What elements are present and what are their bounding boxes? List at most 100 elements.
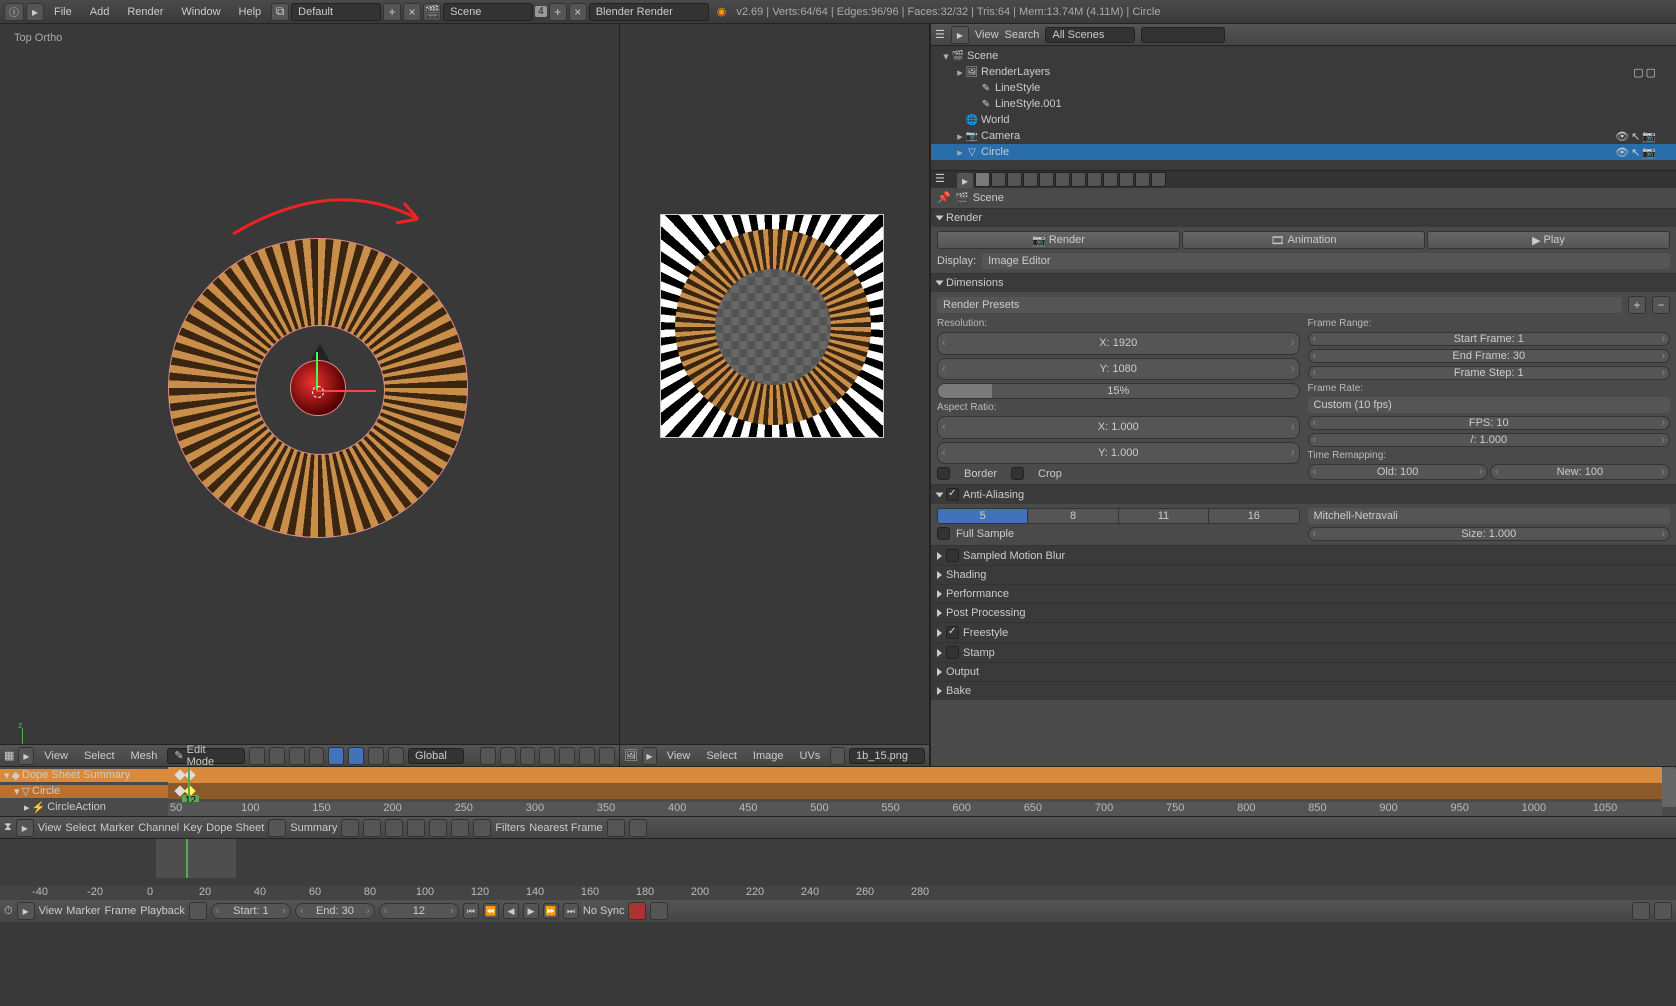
tl-play-icon[interactable]: ▶ bbox=[523, 903, 539, 919]
ds-f3-icon[interactable] bbox=[429, 819, 447, 837]
image-editor[interactable]: 🖼 ▸ View Select Image UVs 1b_15.png bbox=[620, 24, 930, 766]
uv-menu-uvs[interactable]: UVs bbox=[794, 750, 827, 762]
render-anim-icon[interactable] bbox=[599, 747, 615, 765]
snap-target-icon[interactable] bbox=[559, 747, 575, 765]
scene-browse-icon[interactable]: 🎬 bbox=[423, 3, 441, 21]
ds-mode-dropdown[interactable]: Dope Sheet bbox=[206, 822, 264, 834]
ds-summary-toggle-icon[interactable] bbox=[268, 819, 286, 837]
panel-post-processing-header[interactable]: Post Processing bbox=[931, 604, 1676, 622]
3d-menu-select[interactable]: Select bbox=[78, 750, 121, 762]
cursor-icon[interactable]: ↖ bbox=[1631, 146, 1640, 159]
panel-render-header[interactable]: Render bbox=[931, 209, 1676, 227]
tl-rec-icon[interactable] bbox=[628, 902, 646, 920]
aa-opt-5[interactable]: 5 bbox=[938, 509, 1028, 523]
render-button[interactable]: 📷Render bbox=[937, 231, 1180, 249]
crop-checkbox[interactable] bbox=[1011, 467, 1024, 480]
uv-menu-image[interactable]: Image bbox=[747, 750, 790, 762]
display-dropdown[interactable]: Image Editor bbox=[982, 253, 1670, 269]
layout-dropdown[interactable]: Default bbox=[291, 3, 381, 21]
editor-type-properties-icon[interactable]: ☰ bbox=[935, 172, 955, 187]
tl-menu-frame[interactable]: Frame bbox=[104, 905, 136, 917]
eye-icon[interactable]: 👁 bbox=[1615, 130, 1629, 143]
ds-menu-view[interactable]: View bbox=[38, 822, 62, 834]
sel-edge-icon[interactable] bbox=[328, 747, 344, 765]
tab-particles[interactable] bbox=[1135, 172, 1150, 187]
outliner-menu-view[interactable]: View bbox=[975, 29, 999, 41]
mode-dropdown[interactable]: ✎Edit Mode bbox=[167, 748, 245, 764]
sel-vert-icon[interactable] bbox=[309, 747, 325, 765]
image-file-field[interactable]: 1b_15.png bbox=[849, 748, 925, 764]
outliner-filter-dropdown[interactable]: All Scenes bbox=[1045, 27, 1135, 43]
play-button[interactable]: ▶Play bbox=[1427, 231, 1670, 249]
tab-material[interactable] bbox=[1103, 172, 1118, 187]
remap-old-field[interactable]: Old: 100 bbox=[1308, 464, 1488, 480]
frame-step-field[interactable]: Frame Step: 1 bbox=[1308, 366, 1671, 380]
mesh-object[interactable] bbox=[168, 238, 468, 538]
collapse-icon[interactable]: ▸ bbox=[951, 26, 969, 44]
collapse-icon[interactable]: ▸ bbox=[16, 819, 34, 837]
ds-menu-select[interactable]: Select bbox=[65, 822, 96, 834]
editor-type-dopesheet-icon[interactable]: ⧗ bbox=[4, 821, 12, 834]
snap-icon[interactable] bbox=[539, 747, 555, 765]
aspect-y-field[interactable]: Y: 1.000 bbox=[937, 442, 1300, 465]
tl-key-delete-icon[interactable] bbox=[1654, 902, 1672, 920]
collapse-menus[interactable]: ▸ bbox=[26, 3, 44, 21]
preset-remove-icon[interactable]: − bbox=[1652, 296, 1670, 314]
panel-checkbox[interactable] bbox=[946, 646, 959, 659]
outliner-search-input[interactable] bbox=[1141, 27, 1225, 43]
render-opengl-icon[interactable] bbox=[579, 747, 595, 765]
menu-file[interactable]: File bbox=[46, 6, 80, 18]
animation-button[interactable]: 🎞Animation bbox=[1182, 231, 1425, 249]
tab-world[interactable] bbox=[1023, 172, 1038, 187]
ds-ruler[interactable]: 5010015020025030035040045050055060065070… bbox=[168, 802, 1662, 816]
shading-icon[interactable] bbox=[249, 747, 265, 765]
aa-filter-dropdown[interactable]: Mitchell-Netravali bbox=[1308, 508, 1671, 524]
timeline-ruler[interactable]: -40-200204060801001201401601802002202402… bbox=[0, 886, 1676, 900]
panel-freestyle-header[interactable]: Freestyle bbox=[931, 623, 1676, 642]
sel-face-icon[interactable] bbox=[348, 747, 364, 765]
res-x-field[interactable]: X: 1920 bbox=[937, 332, 1300, 355]
image-browse-icon[interactable] bbox=[830, 747, 845, 765]
panel-shading-header[interactable]: Shading bbox=[931, 566, 1676, 584]
eye-icon[interactable]: 👁 bbox=[1615, 146, 1629, 159]
panel-checkbox[interactable] bbox=[946, 626, 959, 639]
3d-menu-view[interactable]: View bbox=[38, 750, 74, 762]
preset-add-icon[interactable]: + bbox=[1628, 296, 1646, 314]
layer-icon[interactable]: ▢ bbox=[1633, 66, 1643, 79]
back-to-previous-icon[interactable]: ⧉ bbox=[271, 3, 289, 21]
menu-window[interactable]: Window bbox=[173, 6, 228, 18]
orientation-dropdown[interactable]: Global bbox=[408, 748, 464, 764]
layer-icon[interactable]: ▢ bbox=[1646, 66, 1656, 79]
tl-menu-marker[interactable]: Marker bbox=[66, 905, 100, 917]
layers-icon-2[interactable] bbox=[500, 747, 516, 765]
3d-viewport[interactable]: Top Ortho zx (12) Circle ▦ ▸ View Select… bbox=[0, 24, 620, 766]
pivot-icon[interactable] bbox=[269, 747, 285, 765]
start-frame-field[interactable]: Start Frame: 1 bbox=[1308, 332, 1671, 346]
menu-help[interactable]: Help bbox=[231, 6, 270, 18]
aa-opt-16[interactable]: 16 bbox=[1209, 509, 1298, 523]
tl-start-field[interactable]: Start: 1 bbox=[211, 903, 291, 919]
panel-checkbox[interactable] bbox=[946, 549, 959, 562]
ds-ghost-icon[interactable] bbox=[341, 819, 359, 837]
render-engine-dropdown[interactable]: Blender Render bbox=[589, 3, 709, 21]
ds-menu-marker[interactable]: Marker bbox=[100, 822, 134, 834]
gizmo-x-axis[interactable] bbox=[316, 390, 376, 392]
ds-f5-icon[interactable] bbox=[473, 819, 491, 837]
ds-snap-dropdown[interactable]: Nearest Frame bbox=[529, 822, 602, 834]
panel-dimensions-header[interactable]: Dimensions bbox=[931, 274, 1676, 292]
ds-sel-icon[interactable] bbox=[363, 819, 381, 837]
aa-enable-checkbox[interactable] bbox=[946, 488, 959, 501]
ds-f1-icon[interactable] bbox=[385, 819, 403, 837]
timeline[interactable]: -40-200204060801001201401601802002202402… bbox=[0, 838, 1676, 922]
panel-performance-header[interactable]: Performance bbox=[931, 585, 1676, 603]
ds-filters-btn[interactable]: Filters bbox=[495, 822, 525, 834]
outliner-item[interactable]: ▸▽Circle👁↖📷 bbox=[931, 144, 1676, 160]
end-frame-field[interactable]: End Frame: 30 bbox=[1308, 349, 1671, 363]
uv-menu-view[interactable]: View bbox=[661, 750, 697, 762]
ds-menu-channel[interactable]: Channel bbox=[138, 822, 179, 834]
tab-physics[interactable] bbox=[1151, 172, 1166, 187]
3d-menu-mesh[interactable]: Mesh bbox=[125, 750, 164, 762]
editor-type-timeline-icon[interactable]: ⏱ bbox=[4, 905, 13, 918]
limit-sel-icon[interactable] bbox=[368, 747, 384, 765]
tl-jump-start-icon[interactable]: ⏮ bbox=[463, 903, 479, 919]
